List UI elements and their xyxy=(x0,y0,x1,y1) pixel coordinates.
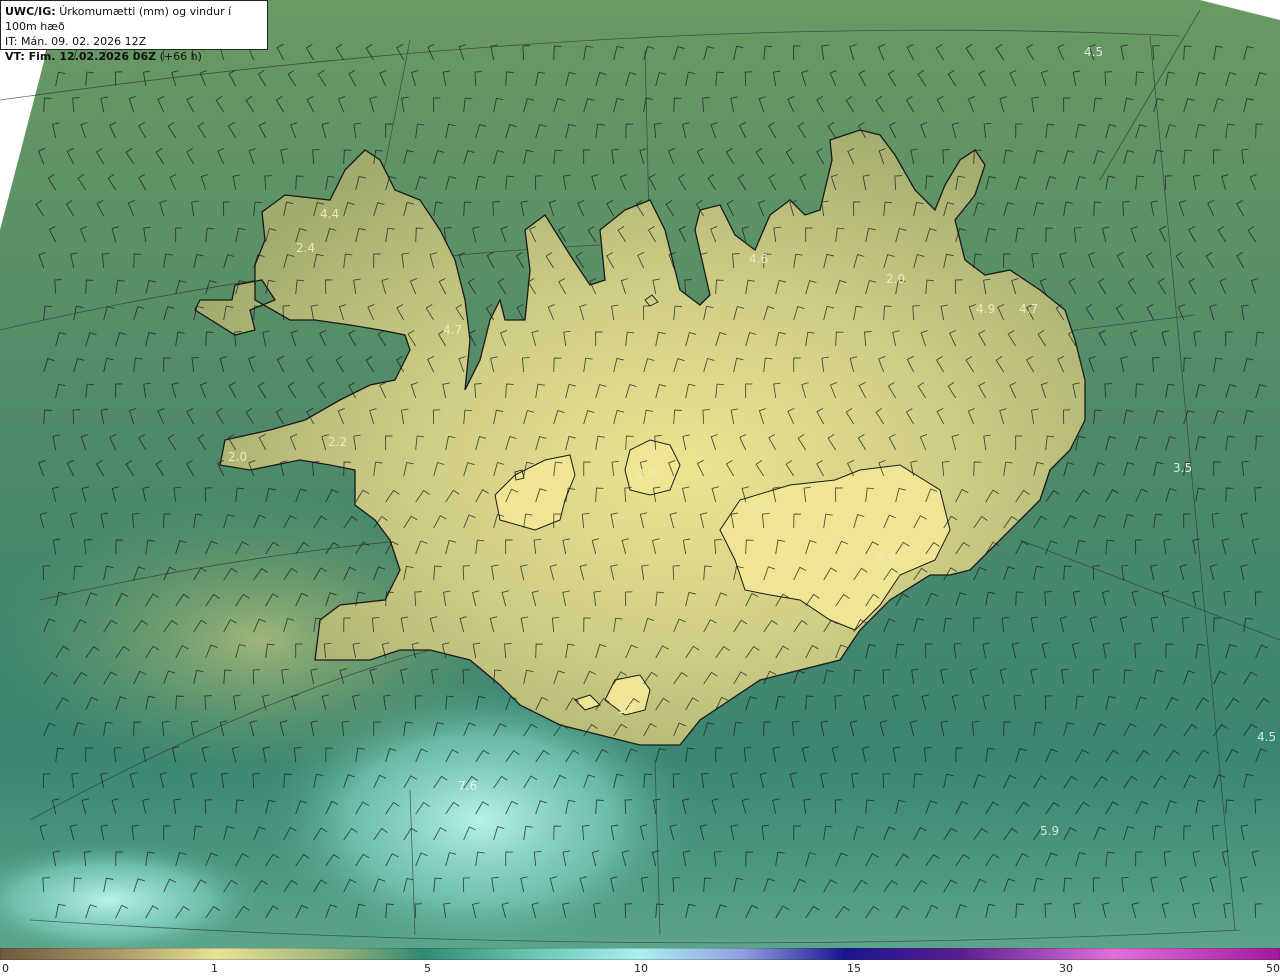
map-area[interactable]: 4.5 4.4 2.4 4.7 4.6 2.0 4.7 4.9 2.0 2.2 … xyxy=(0,0,1280,948)
forecast-lead: (+66 h) xyxy=(159,50,202,63)
valid-time: VT: Fim. 12.02.2026 06Z (+66 h) xyxy=(5,49,263,64)
colorbar-tick: 30 xyxy=(1059,962,1073,975)
map-label: 4.7 xyxy=(1019,302,1038,316)
issue-time: IT: Mán. 09. 02. 2026 12Z xyxy=(5,35,147,48)
map-label: 2.0 xyxy=(228,450,247,464)
model-name: UWC/IG: xyxy=(5,5,56,18)
map-label: 7.6 xyxy=(458,779,477,793)
map-label: 0.9 xyxy=(637,467,656,481)
map-label: 2.4 xyxy=(296,241,315,255)
colorbar-tick: 50 xyxy=(1266,962,1280,975)
colorbar xyxy=(0,948,1280,960)
valid-time-value: VT: Fim. 12.02.2026 06Z xyxy=(5,50,157,63)
map-label: 2.2 xyxy=(328,435,347,449)
colorbar-tick: 0 xyxy=(2,962,9,975)
map-label: 3.5 xyxy=(1173,461,1192,475)
map-label: 4.7 xyxy=(443,323,462,337)
map-label: 4.6 xyxy=(749,252,768,266)
precipitation-map: 4.5 4.4 2.4 4.7 4.6 2.0 4.7 4.9 2.0 2.2 … xyxy=(0,0,1280,948)
colorbar-labels: 0 1 5 10 15 30 50 xyxy=(0,962,1280,978)
map-label: 2.0 xyxy=(886,272,905,286)
map-info-box: UWC/IG: Úrkomumætti (mm) og vindur í 100… xyxy=(0,0,268,63)
map-label: 1.7 xyxy=(617,702,636,716)
colorbar-tick: 1 xyxy=(211,962,218,975)
map-label: 4.4 xyxy=(320,207,339,221)
colorbar-tick: 10 xyxy=(634,962,648,975)
map-title: UWC/IG: Úrkomumætti (mm) og vindur í 100… xyxy=(5,4,263,34)
map-label: 0.7 xyxy=(752,500,771,514)
map-label: 4.9 xyxy=(976,302,995,316)
map-label: 0.9 xyxy=(876,551,895,565)
map-label: 4.5 xyxy=(1084,45,1103,59)
colorbar-tick: 15 xyxy=(847,962,861,975)
map-label: 5.9 xyxy=(1040,824,1059,838)
colorbar-tick: 5 xyxy=(424,962,431,975)
map-label: 4.5 xyxy=(1257,730,1276,744)
